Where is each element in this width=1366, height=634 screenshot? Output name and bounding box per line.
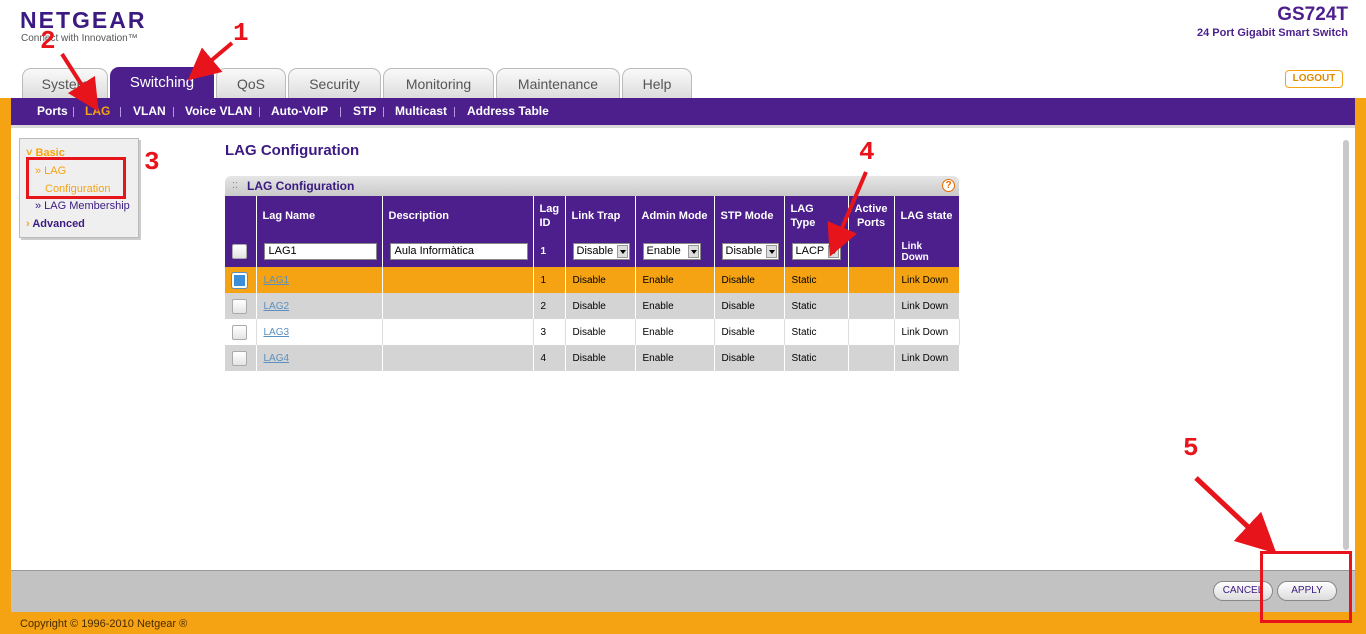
annotation-arrow-4 [827, 171, 868, 257]
annotation-box-5 [1260, 551, 1352, 623]
annotation-number-1: 1 [233, 18, 249, 48]
annotation-arrow-5 [1194, 476, 1277, 554]
annotation-box-3 [26, 157, 126, 199]
annotation-number-2: 2 [40, 26, 56, 56]
annotation-arrow-2 [60, 52, 99, 112]
annotation-number-3: 3 [144, 147, 160, 177]
annotation-arrow-1 [187, 41, 234, 81]
annotation-number-4: 4 [859, 137, 875, 167]
annotation-number-5: 5 [1183, 433, 1199, 463]
annotation-arrows [60, 41, 1277, 554]
